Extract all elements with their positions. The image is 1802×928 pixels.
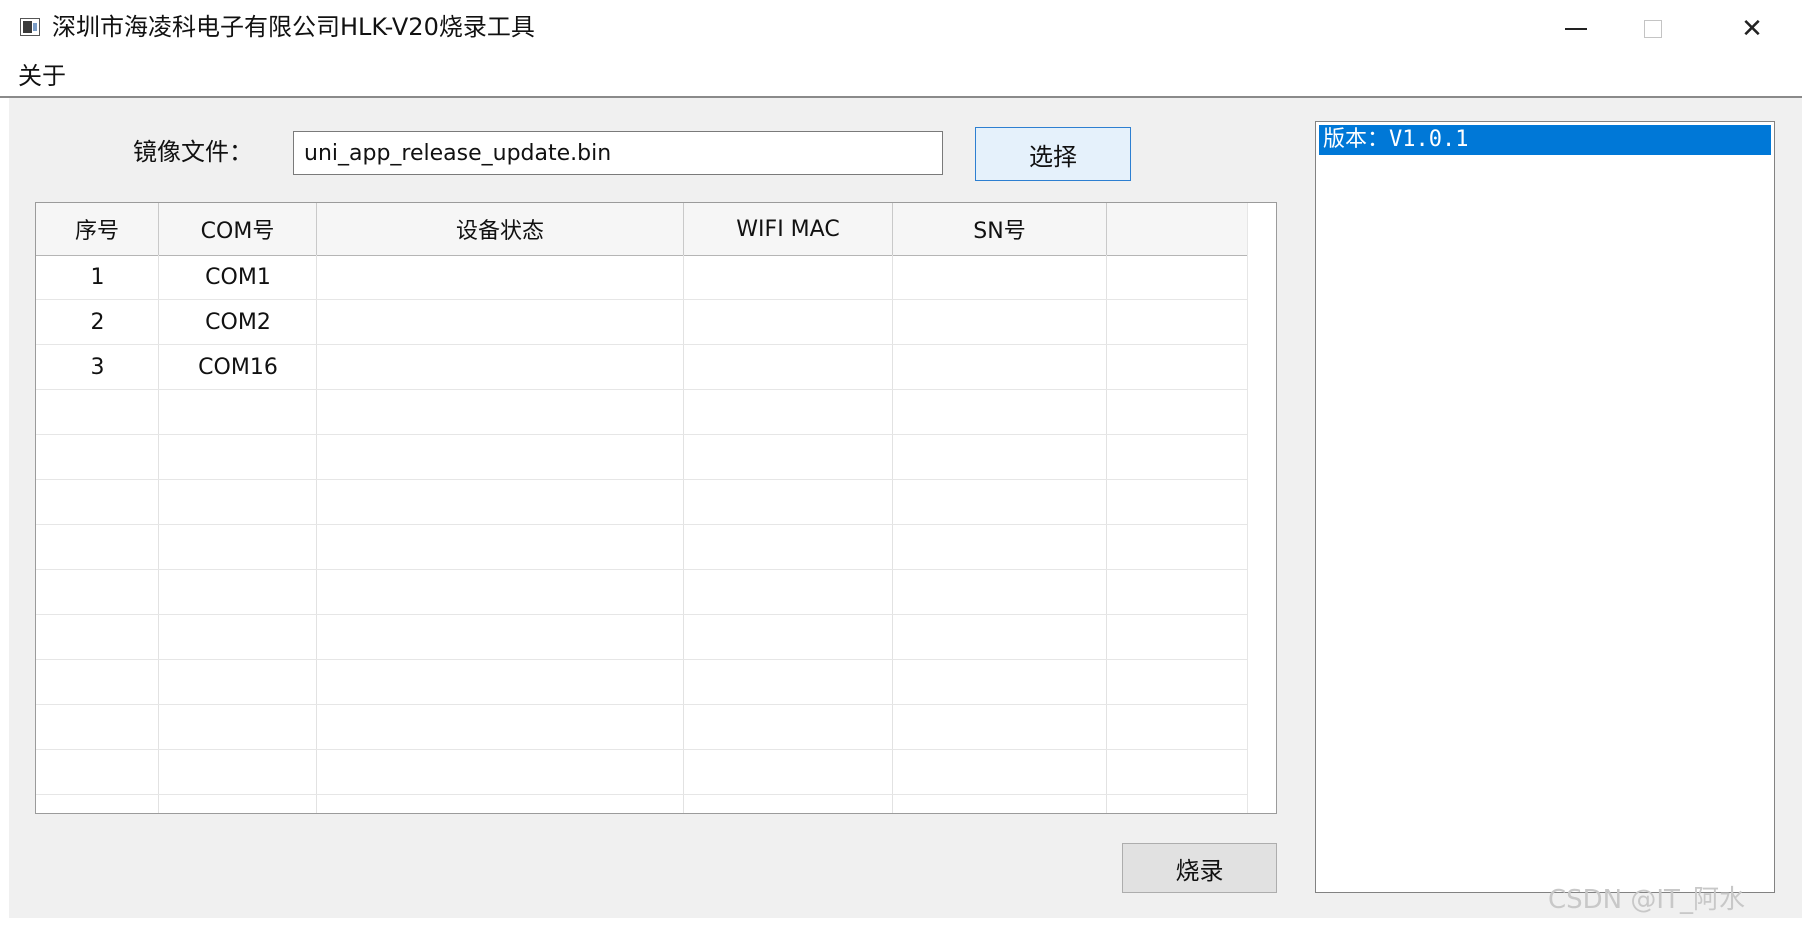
window-title: 深圳市海凌科电子有限公司HLK-V20烧录工具 <box>52 13 535 41</box>
cell-sn <box>893 255 1107 299</box>
select-file-button[interactable]: 选择 <box>975 127 1131 181</box>
image-file-label: 镜像文件： <box>133 138 253 166</box>
column-header-status[interactable]: 设备状态 <box>317 203 684 255</box>
cell-index: 2 <box>90 309 105 335</box>
maximize-button[interactable] <box>1605 0 1701 58</box>
cell-wifi-mac <box>684 300 893 344</box>
burn-button[interactable]: 烧录 <box>1122 843 1277 893</box>
cell-sn <box>893 345 1107 389</box>
column-header-com[interactable]: COM号 <box>159 203 317 255</box>
log-list[interactable]: 版本：V1.0.1 <box>1315 121 1775 893</box>
table-scroll-area <box>1247 203 1276 813</box>
column-header-wifi-mac[interactable]: WIFI MAC <box>684 203 893 255</box>
table-header: 序号 COM号 设备状态 WIFI MAC SN号 <box>36 203 1247 256</box>
cell-wifi-mac <box>684 345 893 389</box>
cell-status <box>317 300 684 344</box>
cell-status <box>317 255 684 299</box>
menu-bar: 关于 <box>0 58 1802 98</box>
cell-wifi-mac <box>684 255 893 299</box>
title-bar: 深圳市海凌科电子有限公司HLK-V20烧录工具 ✕ <box>0 0 1802 58</box>
app-icon <box>20 18 40 36</box>
cell-com: COM1 <box>205 264 271 290</box>
cell-index: 3 <box>90 354 105 380</box>
cell-status <box>317 345 684 389</box>
cell-com: COM2 <box>205 309 271 335</box>
device-table: 序号 COM号 设备状态 WIFI MAC SN号 1 COM1 2 COM2 … <box>35 202 1277 814</box>
column-header-index[interactable]: 序号 <box>36 203 159 255</box>
close-icon: ✕ <box>1741 14 1763 44</box>
cell-com: COM16 <box>198 354 278 380</box>
maximize-icon <box>1644 20 1662 38</box>
close-button[interactable]: ✕ <box>1704 0 1800 58</box>
menu-item-about[interactable]: 关于 <box>18 60 66 92</box>
minimize-icon <box>1565 28 1587 30</box>
cell-sn <box>893 300 1107 344</box>
cell-index: 1 <box>90 264 105 290</box>
image-file-input[interactable] <box>293 131 943 175</box>
list-item[interactable]: 版本：V1.0.1 <box>1319 125 1771 155</box>
watermark: CSDN @IT_阿水 <box>1548 885 1745 915</box>
column-header-sn[interactable]: SN号 <box>893 203 1107 255</box>
